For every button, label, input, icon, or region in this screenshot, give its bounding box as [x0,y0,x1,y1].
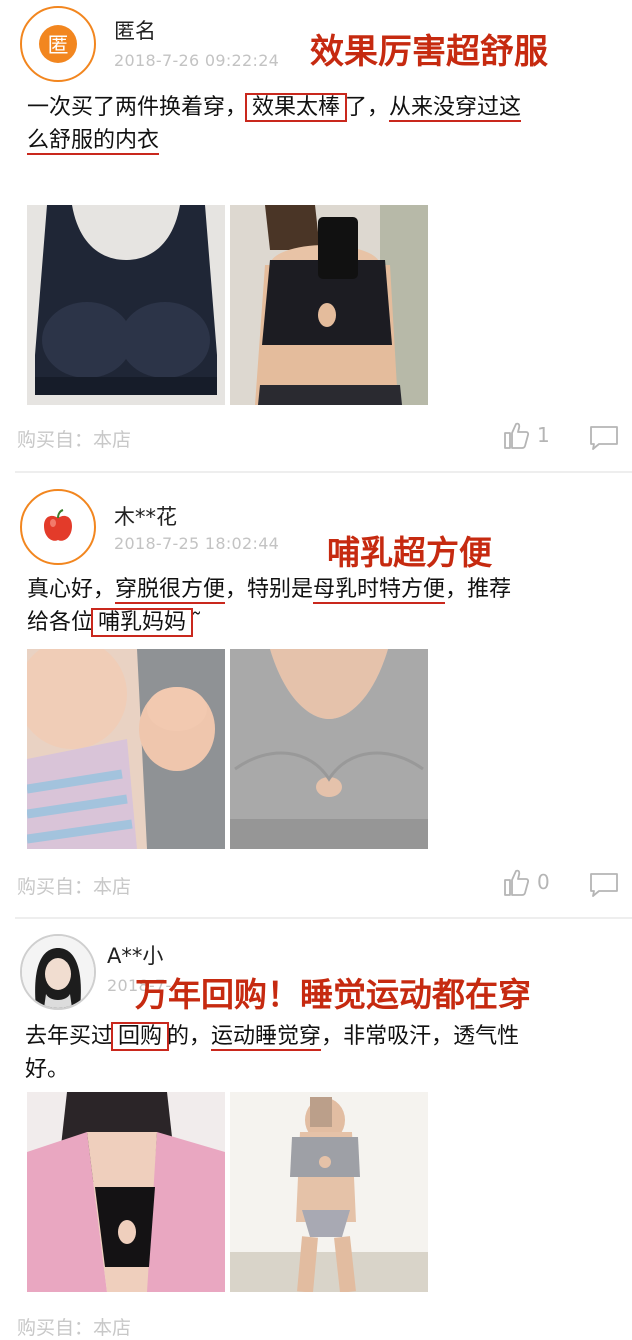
review-text: 一次买了两件换着穿， 效果太棒 了，从来没穿过这么舒服的内衣 [27,91,617,157]
text-segment: 给各位 [27,610,94,635]
review-photo[interactable] [230,1092,428,1292]
highlight-caption: 效果厉害超舒服 [310,32,548,72]
like-count: 1 [537,423,550,447]
comment-icon [590,873,618,897]
navy-bra-flatlay-image [27,205,225,405]
review-3: A**小 2018-7- 万年回购！睡觉运动都在穿 去年买过 回购 的，运动睡觉穿，… [0,920,632,1339]
underlined-phrase: 么舒服的内衣 [27,128,160,155]
like-button[interactable]: 1 [503,421,550,449]
thumbs-up-icon [504,869,529,896]
username: 木**花 [114,505,177,529]
review-photo[interactable] [27,649,225,849]
gray-bra-image [230,649,428,849]
highlight-caption: 哺乳超方便 [327,533,492,572]
like-count: 0 [537,870,550,894]
review-photo[interactable] [27,1092,225,1292]
text-segment: ˜ [191,610,203,635]
comment-icon [590,426,618,450]
text-segment: 真心好， [27,577,116,602]
apple-icon [44,509,72,541]
boxed-phrase: 哺乳妈妈 [91,608,194,637]
divider [15,471,632,473]
gray-bra-mirror-image [230,1092,428,1292]
underlined-phrase: 从来没穿过这 [389,95,522,122]
review-photo[interactable] [230,205,428,405]
avatar-letter: 匿 [39,25,77,63]
review-photo[interactable] [230,649,428,849]
review-text: 去年买过 回购 的，运动睡觉穿，非常吸汗，透气性好。 [25,1020,615,1086]
text-segment: ，推荐 [445,577,512,602]
avatar[interactable] [20,489,96,565]
underlined-phrase: 母乳时特方便 [313,577,446,604]
comment-button[interactable] [589,425,619,455]
text-segment: 了， [345,95,390,120]
portrait-avatar-image [22,936,94,1008]
text-segment: ，非常吸汗，透气性 [321,1024,520,1049]
purchase-source: 购买自：本店 [17,429,132,451]
review-text: 真心好，穿脱很方便，特别是母乳时特方便，推荐给各位 哺乳妈妈 ˜ [27,573,617,639]
pink-jacket-image [27,1092,225,1292]
text-segment: 好。 [25,1057,70,1082]
underlined-phrase: 穿脱很方便 [115,577,226,604]
thumbs-up-icon [504,422,529,449]
text-segment: ，特别是 [225,577,314,602]
baby-nursing-image [27,649,225,849]
like-button[interactable]: 0 [503,868,550,896]
review-2: 木**花 2018-7-25 18:02:44 哺乳超方便 真心好，穿脱很方便，… [0,474,632,914]
username: A**小 [107,944,164,968]
review-photo[interactable] [27,205,225,405]
username: 匿名 [114,19,156,43]
purchase-source: 购买自：本店 [17,876,132,898]
avatar[interactable] [20,934,96,1010]
text-segment: 一次买了两件换着穿， [27,95,248,120]
review-time: 2018-7-25 18:02:44 [114,534,280,553]
review-time: 2018-7-26 09:22:24 [114,51,280,70]
text-segment: 去年买过 [25,1024,114,1049]
underlined-phrase: 运动睡觉穿 [211,1024,322,1051]
highlight-caption: 万年回购！睡觉运动都在穿 [135,975,531,1014]
divider [15,917,632,919]
boxed-phrase: 回购 [111,1022,170,1051]
text-segment: 的， [167,1024,212,1049]
boxed-phrase: 效果太棒 [245,93,348,122]
comment-button[interactable] [589,872,619,902]
avatar[interactable]: 匿 [20,6,96,82]
review-1: 匿 匿名 2018-7-26 09:22:24 效果厉害超舒服 一次买了两件换着… [0,0,632,470]
navy-bra-worn-image [230,205,428,405]
